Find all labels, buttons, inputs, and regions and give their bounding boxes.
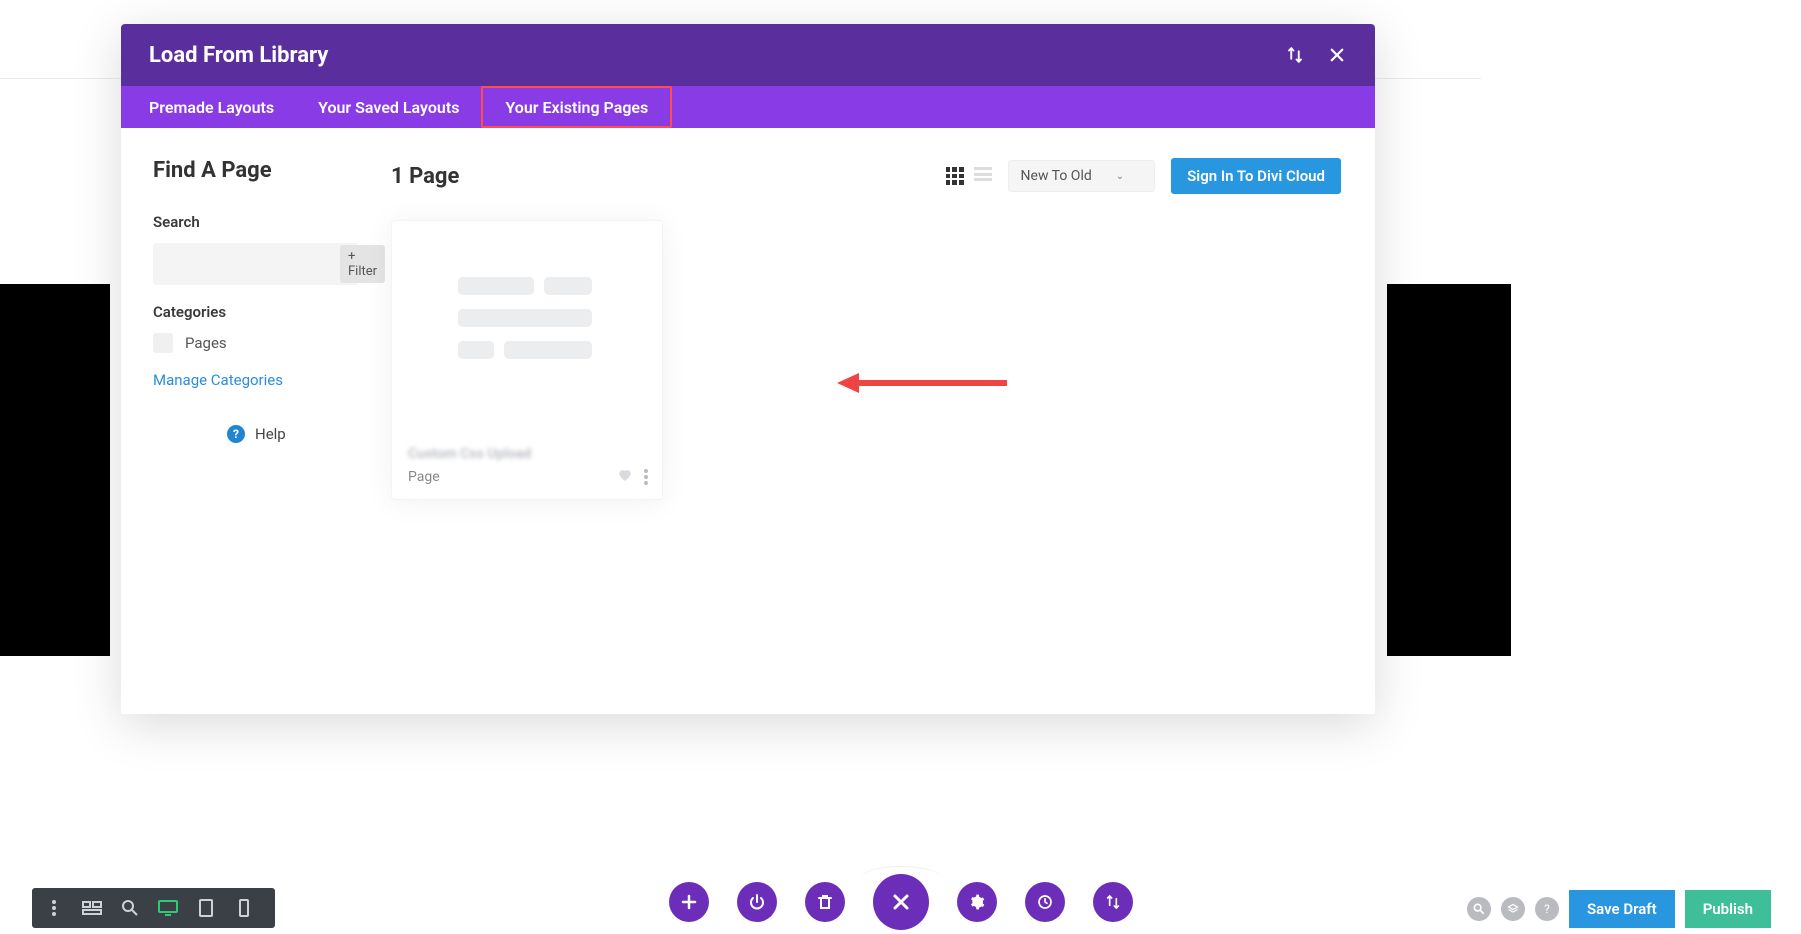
search-row: + Filter <box>153 243 358 285</box>
close-icon[interactable] <box>1327 45 1347 65</box>
publish-button[interactable]: Publish <box>1685 890 1771 928</box>
grid-view-icon[interactable] <box>946 167 964 185</box>
help-small-icon[interactable]: ? <box>1535 897 1559 921</box>
category-item-pages[interactable]: Pages <box>153 333 379 353</box>
tab-existing-pages[interactable]: Your Existing Pages <box>481 86 672 128</box>
search-small-icon[interactable] <box>1467 897 1491 921</box>
card-preview <box>392 277 662 359</box>
category-name: Pages <box>185 334 227 352</box>
sidebar-title: Find A Page <box>153 158 379 183</box>
page-count-title: 1 Page <box>391 164 459 189</box>
history-button[interactable] <box>1025 882 1065 922</box>
zoom-icon[interactable] <box>120 898 140 918</box>
search-label: Search <box>153 213 379 231</box>
desktop-view-icon[interactable] <box>158 898 178 918</box>
save-draft-button[interactable]: Save Draft <box>1569 890 1675 928</box>
tab-saved-layouts[interactable]: Your Saved Layouts <box>296 86 481 128</box>
help-icon: ? <box>227 425 245 443</box>
preview-block <box>544 277 592 295</box>
wireframe-icon[interactable] <box>82 898 102 918</box>
modal-header: Load From Library <box>121 24 1375 86</box>
preview-block <box>458 309 592 327</box>
power-button[interactable] <box>737 882 777 922</box>
layers-small-icon[interactable] <box>1501 897 1525 921</box>
portability-button[interactable] <box>1093 882 1133 922</box>
preview-block <box>458 341 494 359</box>
help-row[interactable]: ? Help <box>153 425 379 443</box>
tablet-view-icon[interactable] <box>196 898 216 918</box>
more-options-icon[interactable] <box>644 469 648 485</box>
trash-button[interactable] <box>805 882 845 922</box>
background-dark-right <box>1387 284 1511 656</box>
background-dark-left <box>0 284 110 656</box>
categories-label: Categories <box>153 303 379 321</box>
chevron-down-icon: ⌄ <box>1116 171 1124 182</box>
modal-tabs: Premade Layouts Your Saved Layouts Your … <box>121 86 1375 128</box>
page-card[interactable]: Custom Css Upload Page <box>391 220 663 500</box>
sort-select-label: New To Old <box>1021 168 1092 184</box>
tab-premade-layouts[interactable]: Premade Layouts <box>127 86 296 128</box>
help-label: Help <box>255 425 286 443</box>
annotation-arrow <box>837 372 1007 394</box>
modal-sidebar: Find A Page Search + Filter Categories P… <box>121 128 391 714</box>
category-checkbox[interactable] <box>153 333 173 353</box>
card-type-label: Page <box>408 469 440 485</box>
bottom-center-toolbar <box>669 874 1133 930</box>
builder-bottom-bar: ? Save Draft Publish <box>0 878 1801 934</box>
portability-icon[interactable] <box>1285 45 1305 65</box>
close-builder-button[interactable] <box>873 874 929 930</box>
bottom-right-toolbar: ? Save Draft Publish <box>1467 890 1771 928</box>
menu-dots-icon[interactable] <box>44 898 64 918</box>
search-input[interactable] <box>153 249 338 279</box>
modal-title: Load From Library <box>149 43 328 68</box>
library-modal: Load From Library Premade Layouts Your S… <box>121 24 1375 714</box>
preview-block <box>458 277 534 295</box>
heart-icon[interactable] <box>616 466 634 487</box>
preview-block <box>504 341 592 359</box>
list-view-icon[interactable] <box>974 167 992 185</box>
add-button[interactable] <box>669 882 709 922</box>
settings-button[interactable] <box>957 882 997 922</box>
manage-categories-link[interactable]: Manage Categories <box>153 371 379 389</box>
signin-divi-cloud-button[interactable]: Sign In To Divi Cloud <box>1171 158 1341 194</box>
bottom-left-toolbar <box>32 888 275 928</box>
phone-view-icon[interactable] <box>234 898 254 918</box>
modal-main: 1 Page New To Old ⌄ Sign In To <box>391 128 1375 714</box>
card-title: Custom Css Upload <box>408 446 648 462</box>
sort-select[interactable]: New To Old ⌄ <box>1008 160 1156 192</box>
filter-button[interactable]: + Filter <box>340 245 385 283</box>
